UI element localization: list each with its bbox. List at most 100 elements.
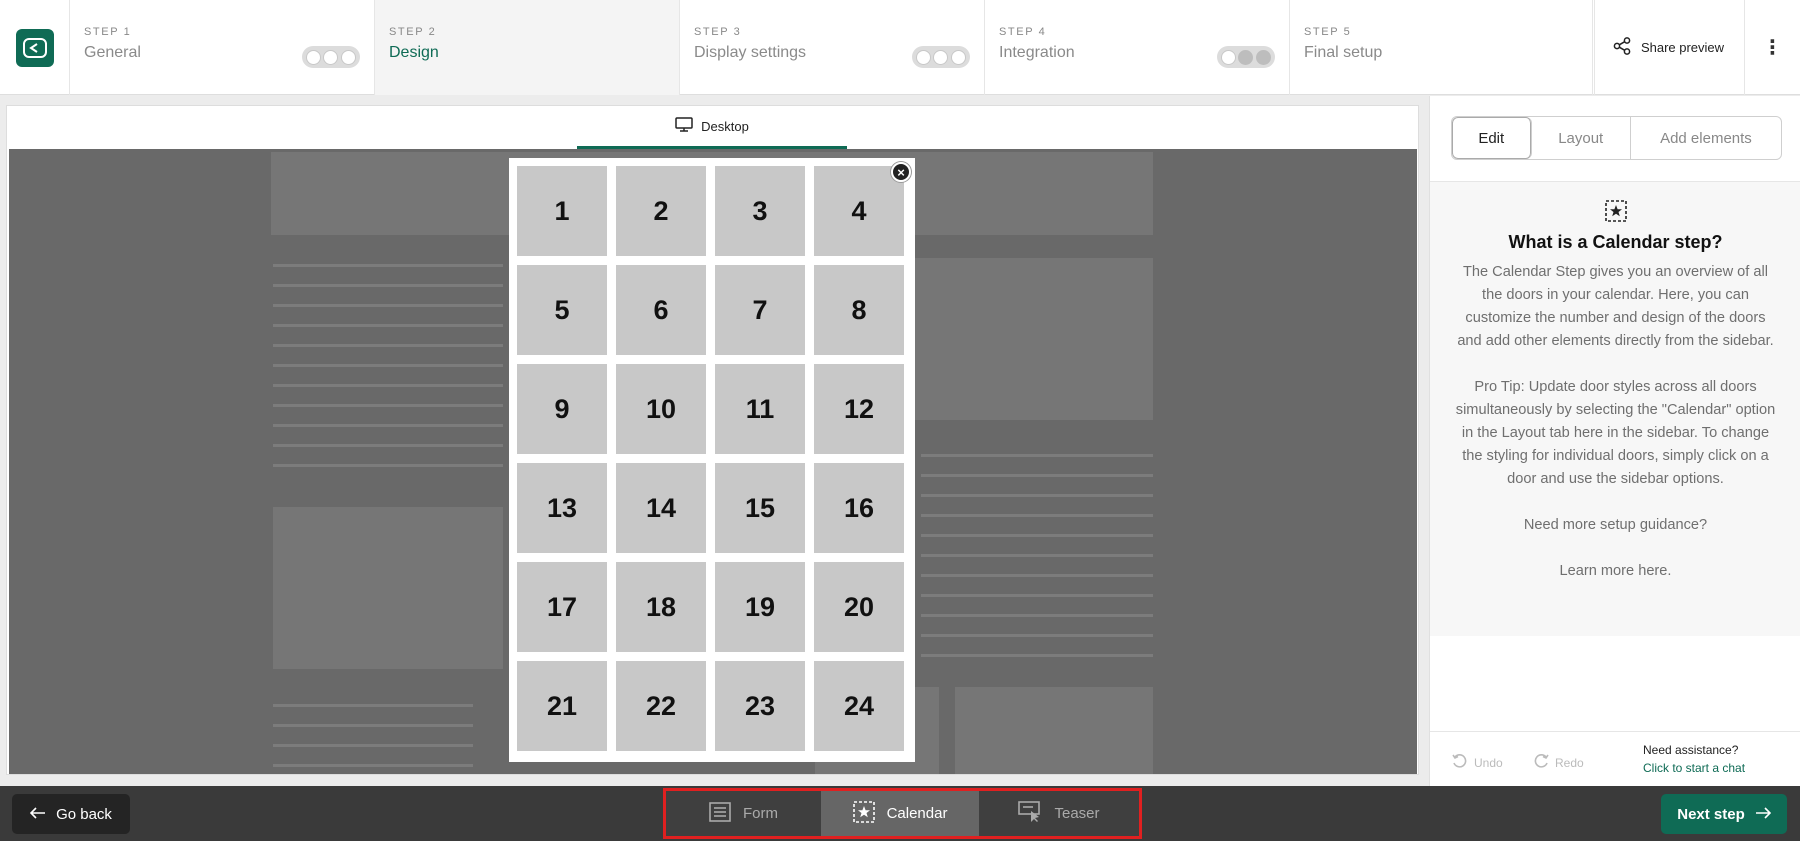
app-logo-icon[interactable] (15, 28, 54, 67)
progress-dot (933, 49, 949, 65)
calendar-door[interactable]: 21 (517, 661, 607, 751)
tab-calendar[interactable]: Calendar (821, 791, 979, 836)
learn-more-link[interactable]: Learn more here. (1454, 560, 1777, 583)
tab-form[interactable]: Form (666, 791, 821, 836)
calendar-door[interactable]: 7 (715, 265, 805, 355)
share-icon (1613, 37, 1631, 58)
calendar-door[interactable]: 16 (814, 463, 904, 553)
calendar-door[interactable]: 6 (616, 265, 706, 355)
background-line (921, 634, 1153, 637)
monitor-icon (675, 117, 693, 135)
background-line (273, 304, 503, 307)
steps-header: STEP 1 General STEP 2 Design STEP 3 Disp… (0, 0, 1800, 95)
step-design[interactable]: STEP 2 Design (375, 0, 680, 95)
calendar-door[interactable]: 11 (715, 364, 805, 454)
calendar-door[interactable]: 3 (715, 166, 805, 256)
calendar-star-icon (852, 800, 875, 827)
background-line (921, 554, 1153, 557)
step-integration[interactable]: STEP 4 Integration (985, 0, 1290, 95)
background-block (955, 687, 1153, 774)
background-line (921, 594, 1153, 597)
info-title: What is a Calendar step? (1508, 232, 1723, 252)
share-preview-label: Share preview (1640, 40, 1725, 55)
kebab-icon: ⋮ (1762, 37, 1783, 59)
calendar-door[interactable]: 19 (715, 562, 805, 652)
redo-label: Redo (1555, 755, 1584, 770)
go-back-button[interactable]: Go back (12, 794, 130, 834)
background-line (273, 464, 503, 467)
calendar-door[interactable]: 18 (616, 562, 706, 652)
tab-edit[interactable]: Edit (1452, 117, 1532, 159)
close-icon[interactable]: × (891, 162, 911, 182)
sidebar-tabs: Edit Layout Add elements (1451, 116, 1782, 160)
tab-add-elements[interactable]: Add elements (1631, 117, 1781, 159)
device-tabs: Desktop (7, 106, 1418, 149)
background-line (921, 474, 1153, 477)
redo-icon (1533, 754, 1549, 771)
bottom-toolbar: Go back Form Calendar Teaser Next step (0, 786, 1800, 841)
background-line (921, 494, 1153, 497)
calendar-door[interactable]: 13 (517, 463, 607, 553)
sidebar-footer: Undo Redo Need assistance? Click to star… (1430, 731, 1800, 786)
info-body: The Calendar Step gives you an overview … (1454, 261, 1777, 583)
progress-dot (323, 49, 339, 65)
background-line (273, 764, 473, 767)
calendar-door[interactable]: 20 (814, 562, 904, 652)
calendar-door[interactable]: 22 (616, 661, 706, 751)
background-line (273, 744, 473, 747)
step-number: STEP 2 (389, 26, 437, 38)
background-line (921, 514, 1153, 517)
tab-teaser[interactable]: Teaser (979, 791, 1139, 836)
calendar-door[interactable]: 24 (814, 661, 904, 751)
more-options-button[interactable]: ⋮ (1744, 0, 1800, 95)
background-line (921, 614, 1153, 617)
background-line (273, 344, 503, 347)
background-line (273, 424, 503, 427)
arrow-right-icon (1755, 806, 1771, 823)
assistance-title: Need assistance? (1643, 743, 1739, 757)
calendar-door[interactable]: 10 (616, 364, 706, 454)
calendar-door[interactable]: 4 (814, 166, 904, 256)
background-line (273, 364, 503, 367)
calendar-door[interactable]: 23 (715, 661, 805, 751)
background-line (273, 404, 503, 407)
redo-button[interactable]: Redo (1533, 754, 1584, 771)
calendar-step-info: What is a Calendar step? The Calendar St… (1430, 181, 1800, 636)
share-preview-button[interactable]: Share preview (1592, 0, 1744, 95)
background-line (273, 704, 473, 707)
tab-desktop[interactable]: Desktop (577, 106, 847, 149)
progress-dot (1221, 49, 1237, 65)
background-block (876, 258, 1153, 420)
undo-icon (1452, 754, 1468, 771)
step-display-settings[interactable]: STEP 3 Display settings (680, 0, 985, 95)
calendar-door[interactable]: 1 (517, 166, 607, 256)
background-line (921, 534, 1153, 537)
calendar-door[interactable]: 15 (715, 463, 805, 553)
background-line (273, 284, 503, 287)
info-guidance: Need more setup guidance? (1523, 517, 1708, 533)
step-number: STEP 1 (84, 26, 132, 38)
step-general[interactable]: STEP 1 General (70, 0, 375, 95)
next-step-button[interactable]: Next step (1661, 794, 1787, 834)
calendar-door[interactable]: 14 (616, 463, 706, 553)
calendar-door[interactable]: 8 (814, 265, 904, 355)
calendar-door[interactable]: 5 (517, 265, 607, 355)
undo-button[interactable]: Undo (1452, 754, 1503, 771)
logo-container (0, 0, 70, 95)
tab-layout[interactable]: Layout (1532, 117, 1631, 159)
teaser-icon (1018, 800, 1042, 827)
calendar-door[interactable]: 12 (814, 364, 904, 454)
step-number: STEP 4 (999, 26, 1047, 38)
step-final-setup[interactable]: STEP 5 Final setup (1290, 0, 1595, 95)
calendar-door[interactable]: 9 (517, 364, 607, 454)
tab-form-label: Form (743, 805, 778, 822)
calendar-door[interactable]: 2 (616, 166, 706, 256)
go-back-label: Go back (56, 805, 112, 823)
background-line (921, 574, 1153, 577)
progress-dot (306, 49, 322, 65)
step-progress-indicator (1217, 46, 1275, 68)
background-line (921, 654, 1153, 657)
calendar-door[interactable]: 17 (517, 562, 607, 652)
info-paragraph: The Calendar Step gives you an overview … (1457, 264, 1774, 349)
start-chat-link[interactable]: Click to start a chat (1643, 759, 1745, 777)
